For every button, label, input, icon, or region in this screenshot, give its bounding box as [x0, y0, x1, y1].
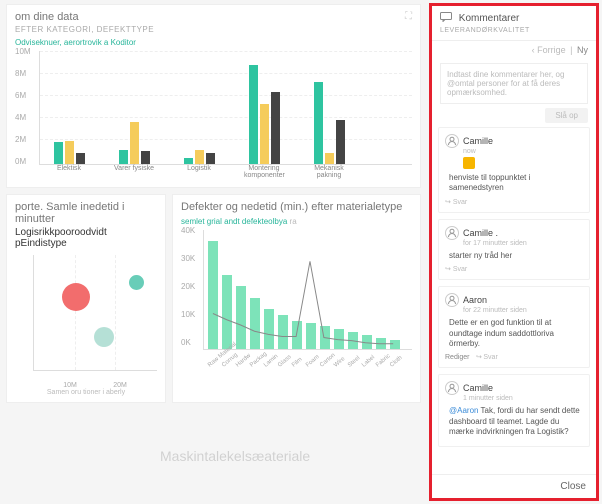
tile-defects-by-material[interactable]: Defekter og nedetid (min.) efter materia… — [172, 194, 421, 403]
dashboard: ⛶ om dine data EFTER KATEGORI, DEFEKTTYP… — [0, 0, 427, 504]
tile-title: om dine data — [15, 11, 412, 23]
comment-user: Camille — [463, 136, 493, 146]
comments-nav: ‹ Forrige | Ny — [432, 41, 596, 59]
avatar-icon — [445, 134, 459, 148]
comments-list: Camille now henviste til toppunktet i sa… — [432, 127, 596, 474]
chart-legend: Odviseknuer, aerortrovik a Koditor — [15, 38, 412, 47]
comments-title: Kommentarer — [459, 13, 520, 24]
tile-subtitle: EFTER KATEGORI, DEFEKTTYPE — [15, 25, 412, 34]
comment-item[interactable]: Camille 1 minutter siden @Aaron Tak, for… — [438, 374, 590, 446]
reply-icon[interactable]: ↩ — [445, 265, 451, 273]
chart-bubble: 10M 20M — [15, 249, 157, 389]
comment-time: for 17 minutter siden — [463, 240, 583, 247]
comment-item[interactable]: Camille now henviste til toppunktet i sa… — [438, 127, 590, 213]
edit-link[interactable]: Rediger — [445, 354, 470, 361]
comment-icon — [440, 12, 452, 25]
watermark: Maskintalekelsæateriale — [160, 448, 310, 464]
comment-user: Camille . — [463, 228, 498, 238]
comments-header: Kommentarer LEVERANDØRKVALITET — [432, 6, 596, 41]
prev-thread-link[interactable]: ‹ Forrige — [532, 45, 566, 55]
comment-body: Dette er en god funktion til at oundtage… — [449, 318, 583, 349]
chart-legend: Logisrikkpooroodvidt pEindistype — [15, 227, 157, 249]
tile-downtime-bubble[interactable]: porte. Samle inedetid i minutter Logisri… — [6, 194, 166, 403]
comment-input[interactable]: Indtast dine kommentarer her, og @omtal … — [440, 63, 588, 104]
reply-icon[interactable]: ↩ — [476, 353, 482, 361]
chart-legend: semlet grial andt defekteolbya ra — [181, 217, 412, 226]
reply-link[interactable]: Svar — [453, 266, 467, 273]
mention[interactable]: @Aaron — [449, 406, 478, 415]
avatar-icon — [445, 293, 459, 307]
comment-body: henviste til toppunktet i samenedstyren — [449, 173, 583, 194]
comment-body: @Aaron Tak, fordi du har sendt dette das… — [449, 406, 583, 437]
comment-item[interactable]: Aaron for 22 minutter siden Dette er en … — [438, 286, 590, 368]
nav-separator: | — [570, 45, 572, 55]
comment-time: for 22 minutter siden — [463, 307, 583, 314]
comment-item[interactable]: Camille . for 17 minutter siden starter … — [438, 219, 590, 280]
tile-title: Defekter og nedetid (min.) efter materia… — [181, 201, 412, 213]
comment-body: starter ny tråd her — [449, 251, 583, 261]
comments-pane: Kommentarer LEVERANDØRKVALITET ‹ Forrige… — [429, 3, 599, 501]
tile-defects-by-category[interactable]: ⛶ om dine data EFTER KATEGORI, DEFEKTTYP… — [6, 4, 421, 188]
post-comment-button[interactable]: Slå op — [545, 108, 588, 123]
comment-time: 1 minutter siden — [463, 395, 583, 402]
maximize-icon[interactable]: ⛶ — [405, 11, 412, 22]
tile-title: porte. Samle inedetid i minutter — [15, 201, 157, 225]
close-button[interactable]: Close — [560, 481, 586, 492]
reply-icon[interactable]: ↩ — [445, 198, 451, 206]
highlight-badge-icon — [463, 157, 475, 169]
comment-time: now — [463, 148, 583, 155]
comment-user: Aaron — [463, 295, 487, 305]
new-thread-link[interactable]: Ny — [577, 45, 588, 55]
comment-user: Camille — [463, 383, 493, 393]
chart-grouped-bar: 10M 8M 6M 4M 2M 0M — [15, 51, 412, 181]
reply-link[interactable]: Svar — [483, 354, 497, 361]
avatar-icon — [445, 381, 459, 395]
comments-context: LEVERANDØRKVALITET — [440, 27, 588, 34]
avatar-icon — [445, 226, 459, 240]
reply-link[interactable]: Svar — [453, 199, 467, 206]
chart-bar-line: 40K 30K 20K 10K 0K — [181, 230, 412, 370]
